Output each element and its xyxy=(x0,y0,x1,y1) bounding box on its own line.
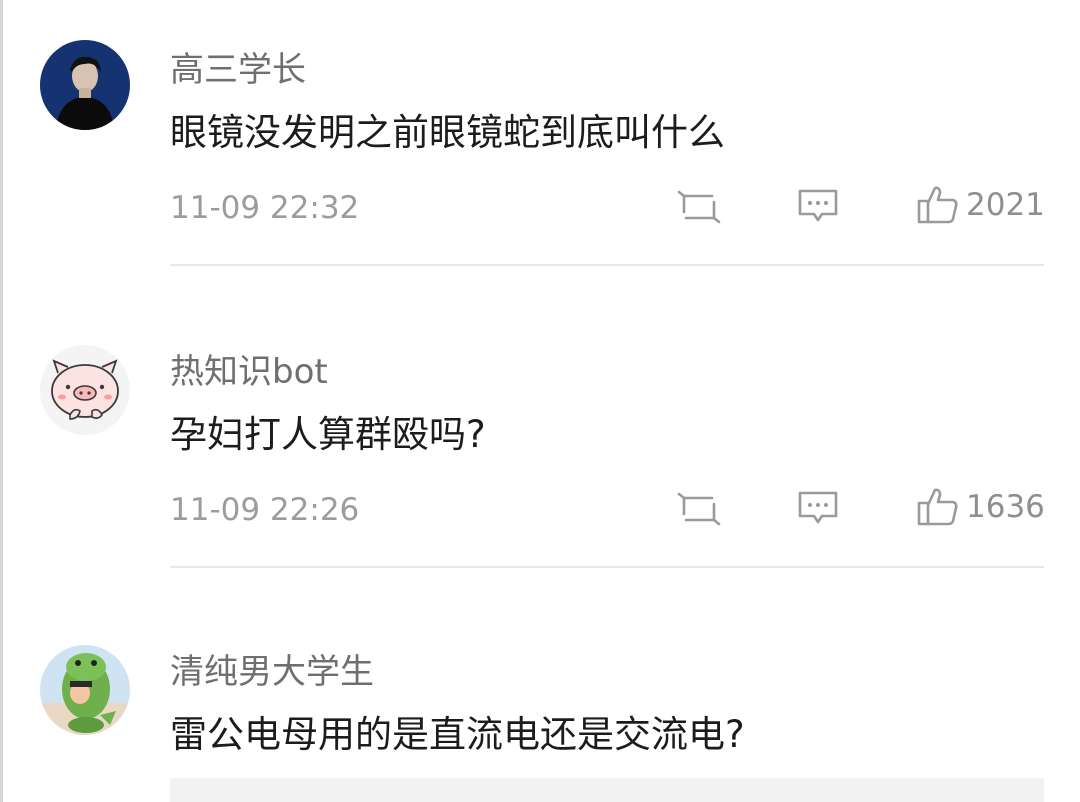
thumbs-up-icon xyxy=(917,488,958,526)
repost-button[interactable] xyxy=(676,188,722,226)
avatar[interactable] xyxy=(40,40,130,130)
username[interactable]: 高三学长 xyxy=(170,50,306,90)
next-item-preview xyxy=(170,778,1044,802)
comment-item: 清纯男大学生 雷公电母用的是直流电还是交流电? xyxy=(0,570,1080,802)
timestamp: 11-09 22:32 xyxy=(170,190,360,226)
dinosaur-costume-cartoon-avatar-icon xyxy=(40,645,130,735)
username[interactable]: 清纯男大学生 xyxy=(170,652,374,692)
avatar[interactable] xyxy=(40,345,130,435)
comment-text: 孕妇打人算群殴吗? xyxy=(170,413,486,456)
repost-icon xyxy=(677,190,721,224)
comment-text: 雷公电母用的是直流电还是交流电? xyxy=(170,713,745,756)
repost-button[interactable] xyxy=(676,490,722,528)
divider xyxy=(170,264,1044,266)
like-count: 1636 xyxy=(966,489,1045,525)
like-button[interactable]: 1636 xyxy=(916,486,1045,528)
reply-button[interactable] xyxy=(796,488,840,528)
timestamp: 11-09 22:26 xyxy=(170,492,360,528)
divider xyxy=(170,566,1044,568)
username[interactable]: 热知识bot xyxy=(170,352,328,392)
comment-item: 热知识bot 孕妇打人算群殴吗? 11-09 22:26 1636 xyxy=(0,270,1080,570)
reply-button[interactable] xyxy=(796,186,840,226)
thumbs-up-icon xyxy=(917,186,958,224)
avatar[interactable] xyxy=(40,645,130,735)
like-count: 2021 xyxy=(966,187,1045,223)
person-photo-avatar-icon xyxy=(40,40,130,130)
like-button[interactable]: 2021 xyxy=(916,184,1045,226)
comment-icon xyxy=(798,189,838,222)
comment-item: 高三学长 眼镜没发明之前眼镜蛇到底叫什么 11-09 22:32 2021 xyxy=(0,0,1080,270)
repost-icon xyxy=(677,492,721,526)
comment-icon xyxy=(798,491,838,524)
pig-cartoon-avatar-icon xyxy=(40,345,130,435)
comment-text: 眼镜没发明之前眼镜蛇到底叫什么 xyxy=(170,111,725,154)
